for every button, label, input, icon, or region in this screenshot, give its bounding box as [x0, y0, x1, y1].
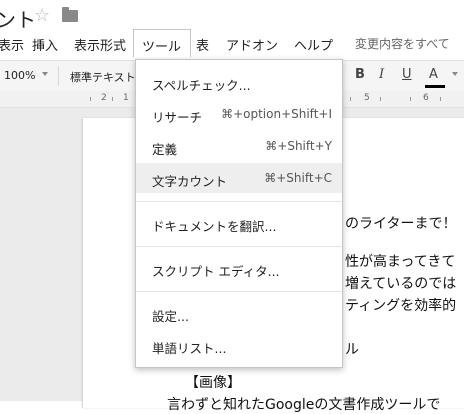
menu-item-shortcut: ⌘+Shift+Y [265, 139, 332, 153]
text-color-dropdown-icon[interactable] [452, 72, 458, 76]
menu-format[interactable]: 表示形式 [74, 35, 126, 54]
menu-item-label: リサーチ [152, 110, 203, 125]
ruler-number: 5 [364, 93, 370, 103]
folder-icon[interactable] [62, 7, 78, 22]
ruler-tick [440, 97, 441, 101]
body-text-line: 増えているのでは [345, 276, 457, 292]
ruler-number: 6 [423, 93, 429, 103]
text-color-swatch [425, 85, 445, 88]
menu-item-define[interactable]: 定義 ⌘+Shift+Y [136, 131, 342, 161]
menu-item-word-list[interactable]: 単語リスト... [136, 330, 342, 360]
menu-tools[interactable]: ツール [133, 29, 191, 57]
menu-item-label: ドキュメントを翻訳... [152, 219, 277, 234]
ruler-tick [380, 97, 381, 101]
menu-insert[interactable]: 挿入 [32, 35, 58, 54]
menu-separator [136, 201, 342, 202]
menu-view[interactable]: 表示 [0, 35, 24, 54]
body-text-line: ティングを効率的 [345, 298, 457, 314]
menu-item-label: 設定... [152, 309, 189, 324]
text-color-button[interactable]: A [429, 67, 438, 82]
ruler-tick [410, 97, 411, 101]
ruler-tick [350, 97, 351, 101]
menu-item-label: 文字カウント [152, 174, 228, 189]
menu-item-label: 単語リスト... [152, 341, 227, 356]
menu-item-shortcut: ⌘+Shift+C [264, 171, 332, 185]
menu-item-label: スクリプト エディタ... [152, 264, 280, 279]
menu-item-preferences[interactable]: 設定... [136, 298, 342, 328]
bold-button[interactable]: B [355, 67, 365, 82]
menu-addons[interactable]: アドオン [226, 35, 278, 54]
menu-item-research[interactable]: リサーチ ⌘+option+Shift+I [136, 99, 342, 129]
body-text-line: ル [345, 342, 359, 358]
italic-button[interactable]: I [379, 67, 384, 82]
menu-table[interactable]: 表 [196, 35, 209, 54]
zoom-dropdown-icon[interactable] [42, 72, 48, 76]
document-title[interactable]: ント [0, 4, 36, 33]
menu-bar: 表示 挿入 表示形式 ツール 表 アドオン ヘルプ 変更内容をすべて [0, 29, 464, 57]
ruler-number: 2 [101, 93, 107, 103]
body-text-line: 言わずと知れたGoogleの文書作成ツールで [167, 397, 441, 413]
menu-tools-label: ツール [142, 40, 182, 55]
star-icon[interactable]: ☆ [34, 5, 50, 26]
menu-item-label: 定義 [152, 142, 178, 157]
menu-item-word-count[interactable]: 文字カウント ⌘+Shift+C [136, 163, 342, 193]
zoom-select[interactable]: 100% [4, 69, 35, 82]
menu-separator [136, 246, 342, 247]
menu-help[interactable]: ヘルプ [294, 35, 333, 54]
menu-separator [136, 291, 342, 292]
menu-item-script-editor[interactable]: スクリプト エディタ... [136, 253, 342, 283]
ruler-tick [90, 97, 91, 101]
ruler-tick [112, 97, 113, 101]
menu-item-spellcheck[interactable]: スペルチェック... [136, 67, 342, 97]
toolbar-divider [58, 66, 59, 86]
style-select[interactable]: 標準テキスト [70, 69, 136, 85]
tools-dropdown-menu: スペルチェック... リサーチ ⌘+option+Shift+I 定義 ⌘+Sh… [135, 59, 343, 368]
menu-item-shortcut: ⌘+option+Shift+I [221, 107, 332, 121]
title-row: ント ☆ [0, 0, 464, 32]
underline-button[interactable]: U [402, 67, 412, 82]
body-text-line: 性が高まってきて [345, 254, 456, 270]
autosave-status[interactable]: 変更内容をすべて [355, 35, 450, 52]
menu-item-label: スペルチェック... [152, 78, 251, 93]
section-heading: 【画像】 [185, 375, 241, 391]
ruler-number: 1 [123, 93, 129, 103]
menu-item-translate-document[interactable]: ドキュメントを翻訳... [136, 208, 342, 238]
body-text-line: のライターまで！ [345, 216, 457, 232]
